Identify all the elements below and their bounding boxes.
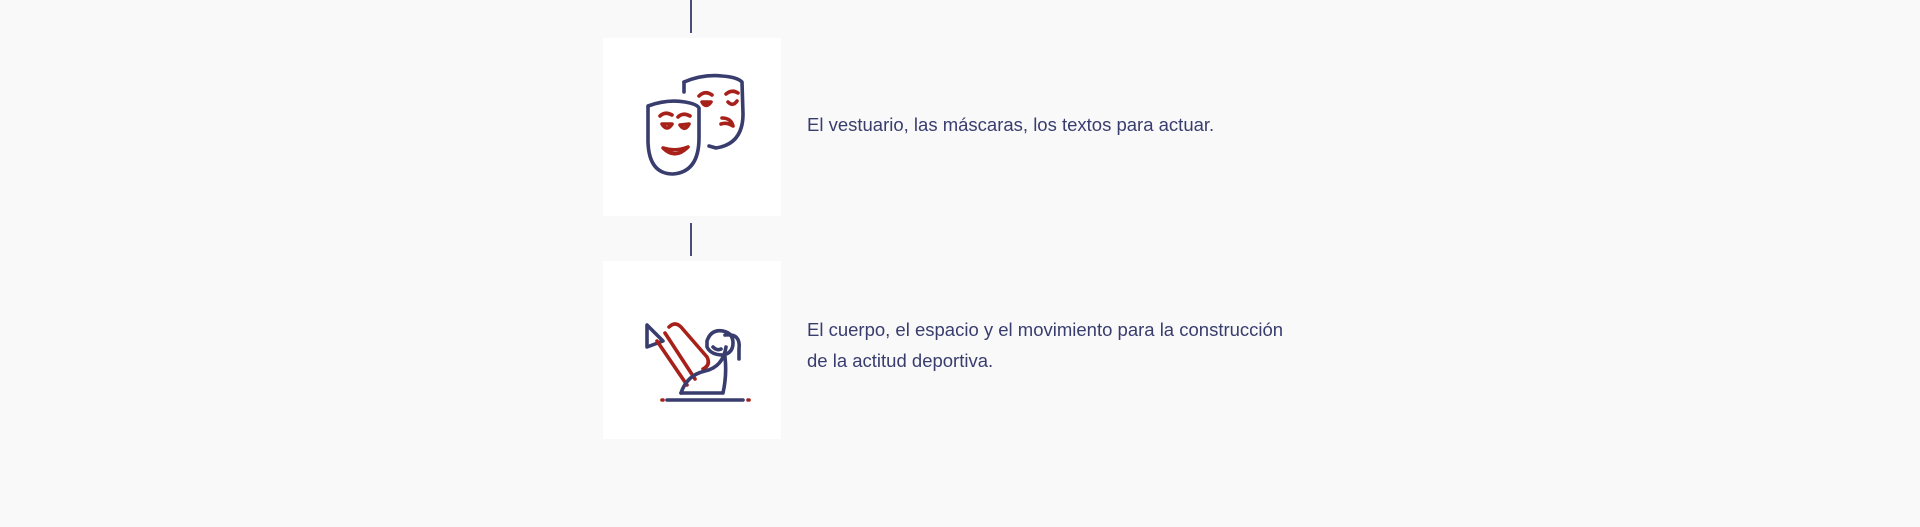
gymnast-icon: [645, 322, 751, 402]
item-tile-gymnast: [603, 261, 781, 439]
item-text-gymnast: El cuerpo, el espacio y el movimiento pa…: [807, 319, 1284, 371]
timeline-connector: [690, 0, 692, 33]
feature-list: El vestuario, las máscaras, los textos p…: [0, 0, 1920, 527]
theater-masks-icon: [646, 73, 745, 176]
item-tile-masks: [603, 38, 781, 216]
timeline-connector: [690, 223, 692, 256]
item-text-masks: El vestuario, las máscaras, los textos p…: [807, 114, 1215, 135]
